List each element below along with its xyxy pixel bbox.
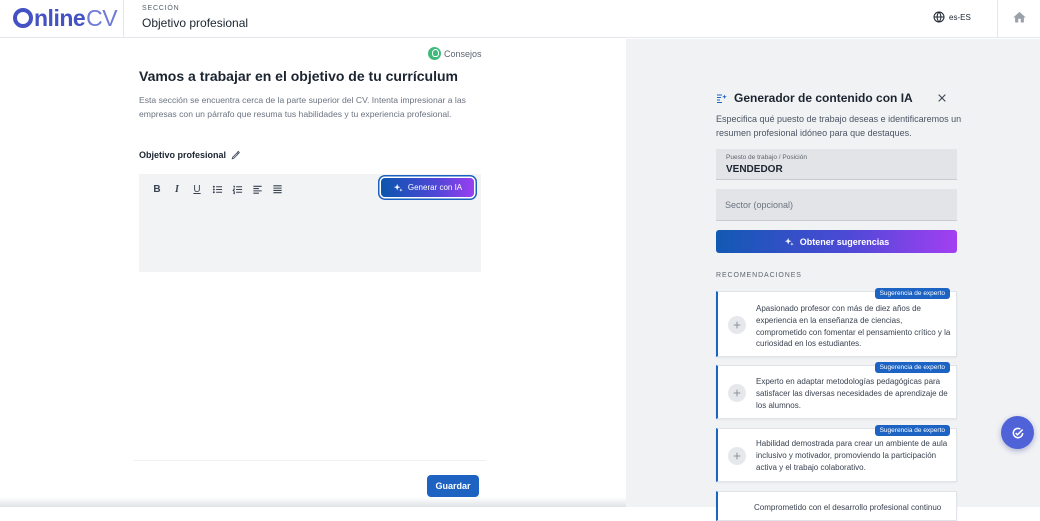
section-eyebrow: SECCIÓN [142, 5, 180, 12]
sector-input[interactable] [716, 189, 957, 221]
align-left-button[interactable] [251, 183, 263, 195]
section-title: Objetivo profesional [142, 16, 249, 30]
recommendation-card[interactable]: Sugerencia de experto Apasionado profeso… [716, 288, 957, 357]
underline-button[interactable]: U [191, 183, 203, 195]
logo-main-text: nline [34, 4, 86, 31]
recommendation-text: Comprometido con el desarrollo profesion… [754, 503, 942, 512]
job-title-label: Puesto de trabajo / Posición [726, 154, 807, 161]
plus-icon [733, 452, 741, 460]
expert-suggestion-badge: Sugerencia de experto [874, 425, 950, 436]
language-selector[interactable]: es-ES [933, 11, 971, 23]
bold-button[interactable]: B [151, 183, 163, 195]
globe-icon [933, 11, 945, 23]
onlinecv-logo[interactable]: nline CV [13, 4, 118, 31]
generate-with-ai-button[interactable]: Generar con IA [381, 178, 474, 197]
recommendation-card[interactable]: Sugerencia de experto Habilidad demostra… [716, 425, 957, 482]
add-recommendation-button[interactable] [728, 316, 746, 334]
field-label: Objetivo profesional [139, 150, 241, 160]
logo-ring-icon [13, 8, 33, 28]
recommendation-card[interactable]: Sugerencia de experto Experto en adaptar… [716, 362, 957, 419]
page-description: Esta sección se encuentra cerca de la pa… [139, 95, 466, 119]
plus-icon [733, 389, 741, 397]
bottom-shadow [0, 497, 626, 507]
editor-panel: Consejos Vamos a trabajar en el objetivo… [0, 39, 626, 507]
align-justify-icon [272, 184, 282, 193]
ai-list-sparkle-icon [717, 94, 727, 104]
footer-divider [134, 460, 486, 461]
check-circle-icon [1012, 427, 1023, 438]
field-label-text: Objetivo profesional [139, 150, 227, 160]
recommendation-text: Apasionado profesor con más de diez años… [756, 304, 951, 349]
pencil-icon[interactable] [231, 150, 241, 160]
lightbulb-icon [428, 47, 441, 60]
close-icon[interactable] [937, 93, 947, 103]
recommendation-text: Habilidad demostrada para crear un ambie… [756, 439, 948, 472]
align-justify-button[interactable] [271, 183, 283, 195]
sparkle-icon [784, 237, 794, 246]
align-left-icon [252, 185, 262, 194]
checklist-fab-button[interactable] [1001, 416, 1034, 449]
top-header: nline CV SECCIÓN Objetivo profesional es… [0, 0, 1040, 38]
tips-link[interactable]: Consejos [428, 47, 482, 60]
recommendation-text: Experto en adaptar metodologías pedagógi… [756, 377, 948, 410]
numbered-list-icon [231, 185, 242, 194]
bullet-list-icon [212, 185, 222, 193]
italic-button[interactable]: I [171, 183, 183, 195]
page-title: Vamos a trabajar en el objetivo de tu cu… [139, 68, 458, 84]
add-recommendation-button[interactable] [728, 447, 746, 465]
ai-panel-header: Generador de contenido con IA [716, 91, 913, 105]
header-divider [123, 0, 124, 38]
header-divider-right [997, 0, 998, 38]
add-recommendation-button[interactable] [728, 384, 746, 402]
expert-suggestion-badge: Sugerencia de experto [874, 288, 950, 299]
logo-suffix-text: CV [86, 4, 118, 31]
expert-suggestion-badge: Sugerencia de experto [874, 362, 950, 373]
rich-text-editor[interactable]: B I U Generar con IA [139, 174, 481, 272]
editor-toolbar: B I U [151, 183, 283, 195]
recommendations-heading: RECOMENDACIONES [716, 272, 802, 279]
sparkle-icon [393, 183, 403, 192]
generate-with-ai-label: Generar con IA [407, 183, 463, 192]
tips-label: Consejos [444, 48, 482, 59]
save-button[interactable]: Guardar [427, 475, 479, 497]
get-suggestions-label: Obtener sugerencias [799, 236, 890, 247]
recommendation-card[interactable]: Comprometido con el desarrollo profesion… [716, 491, 957, 521]
bullet-list-button[interactable] [211, 183, 223, 195]
numbered-list-button[interactable] [231, 183, 243, 195]
ai-panel-title: Generador de contenido con IA [734, 91, 913, 105]
ai-generator-panel: Generador de contenido con IA Especifica… [626, 39, 1040, 521]
job-title-value[interactable]: VENDEDOR [726, 164, 946, 175]
language-label: es-ES [949, 12, 971, 22]
home-icon[interactable] [1012, 10, 1027, 25]
get-suggestions-button[interactable]: Obtener sugerencias [716, 230, 957, 253]
ai-panel-description: Especifica qué puesto de trabajo deseas … [716, 114, 962, 138]
job-title-field[interactable]: Puesto de trabajo / Posición VENDEDOR [716, 149, 957, 180]
plus-icon [733, 321, 741, 329]
